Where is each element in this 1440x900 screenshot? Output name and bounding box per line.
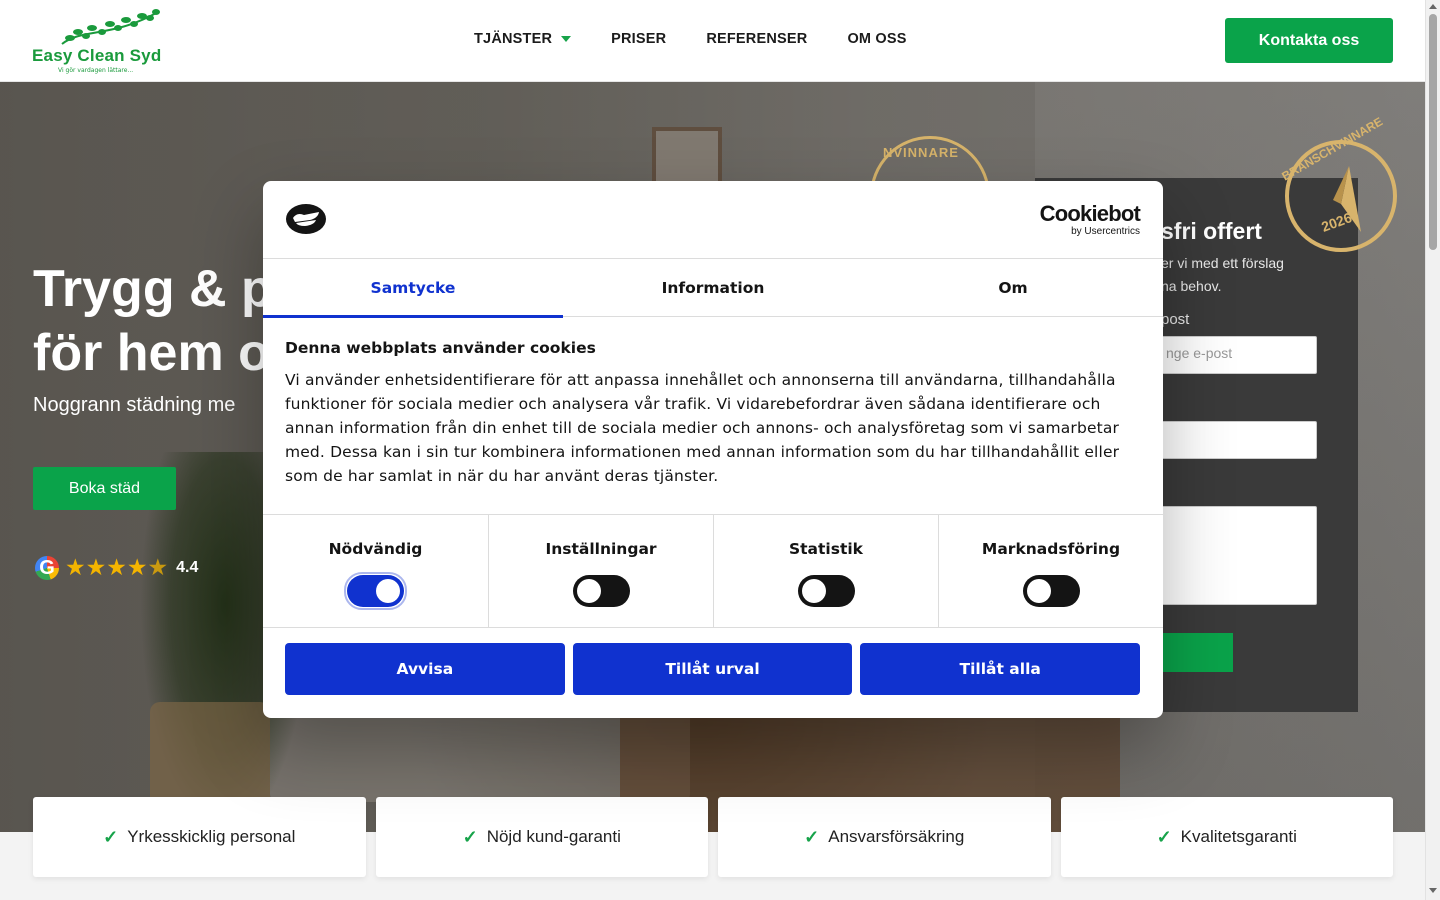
message-textarea[interactable] [1161,506,1317,605]
nav-label: TJÄNSTER [474,31,553,47]
check-icon: ✓ [1156,826,1172,847]
logo-text: Easy Clean Syd [32,46,162,65]
feature-label: Ansvarsförsäkring [828,827,965,846]
rating-value: 4.4 [176,559,199,576]
check-icon: ✓ [462,826,478,847]
cookie-dialog-buttons: Avvisa Tillåt urval Tillåt alla [285,643,1141,695]
rating-stars: ★ ★ ★ ★ ★ [65,554,169,581]
toggle-label: Marknadsföring [981,540,1121,558]
caret-down-icon [561,36,572,42]
page-scrollbar[interactable] [1425,0,1440,900]
marketing-switch[interactable] [1022,575,1080,607]
switch-knob [1026,579,1051,603]
quote-form-text: er vi med ett förslag na behov. [1161,255,1284,294]
star-icon: ★ [85,554,107,581]
star-half-icon: ★ [147,554,169,581]
nav-item-referenser[interactable]: REFERENSER [706,31,807,47]
star-icon: ★ [65,554,86,581]
feature-card: ✓ Nöjd kund-garanti [375,797,708,877]
cookie-dialog-text: Vi använder enhetsidentifierare för att … [285,371,1120,485]
feature-card: ✓ Ansvarsförsäkring [718,797,1051,877]
phone-input[interactable] [1161,421,1317,459]
cookiebot-brand-by: by Usercentrics [1071,226,1140,237]
contact-button[interactable]: Kontakta oss [1225,18,1393,63]
nav-label: PRISER [611,31,667,47]
tab-information[interactable]: Information [563,259,863,317]
nav-item-tjanster[interactable]: TJÄNSTER [474,31,572,47]
cookie-dialog-heading: Denna webbplats använder cookies [285,339,596,357]
allow-selection-button[interactable]: Tillåt urval [572,643,853,695]
switch-knob [576,579,601,603]
scroll-up-arrow-icon[interactable] [1429,4,1437,9]
feature-cards: ✓ Yrkesskicklig personal ✓ Nöjd kund-gar… [33,797,1393,877]
necessary-switch[interactable] [344,572,407,610]
book-cleaning-button[interactable]: Boka städ [33,467,176,510]
cookiebot-brand-name: Cookiebot [1039,201,1141,226]
toggle-label: Inställningar [545,540,657,558]
nav-item-priser[interactable]: PRISER [611,31,666,47]
tab-samtycke[interactable]: Samtycke [263,259,563,318]
deny-button[interactable]: Avvisa [285,643,565,695]
nav-label: OM OSS [847,31,907,47]
preferences-switch[interactable] [572,575,630,607]
cookie-dialog-body: Denna webbplats använder cookies Vi anvä… [285,339,1145,488]
google-rating[interactable]: G ★ ★ ★ ★ ★ 4.4 [35,556,198,580]
hero-title-line2: för hem o [33,324,270,382]
nav-item-om-oss[interactable]: OM OSS [847,31,906,47]
site-logo[interactable]: Easy Clean Syd Vi gör vardagen lättare..… [32,8,162,74]
email-label: post [1161,311,1190,328]
toggle-statistics: Statistik [713,515,938,628]
feature-label: Nöjd kund-garanti [486,827,621,846]
award-badge: BRANSCHVINNARE 2026 [1279,114,1397,252]
award-badge-text: NVINNARE [883,145,959,160]
toggle-label: Nödvändig [328,540,423,558]
switch-knob [376,579,400,603]
star-icon: ★ [126,554,148,581]
scroll-thumb[interactable] [1429,14,1437,250]
cookiebot-brand[interactable]: Cookiebot by Usercentrics [1038,201,1141,238]
main-nav: TJÄNSTER PRISER REFERENSER OM OSS [474,31,947,47]
star-icon: ★ [106,554,127,581]
check-icon: ✓ [103,826,119,847]
toggle-preferences: Inställningar [488,515,713,628]
site-header: Easy Clean Syd Vi gör vardagen lättare..… [0,0,1425,82]
nav-label: REFERENSER [706,31,808,47]
feature-label: Yrkesskicklig personal [127,827,296,846]
scroll-down-arrow-icon[interactable] [1429,888,1437,893]
hero-title-line1: Trygg & p [33,260,273,318]
tab-om[interactable]: Om [863,259,1163,317]
cookie-dialog-tabs: Samtycke Information Om [263,259,1163,318]
toggle-label: Statistik [788,540,863,558]
hero-title: Trygg & p för hem o [33,257,273,385]
feature-card: ✓ Kvalitetsgaranti [1060,797,1393,877]
toggle-necessary: Nödvändig [263,515,488,628]
cookiebot-logo-icon [286,204,326,234]
quote-form-title: sfri offert [1161,218,1262,244]
feature-label: Kvalitetsgaranti [1180,827,1297,846]
google-icon: G [35,556,59,580]
cookie-consent-dialog: Cookiebot by Usercentrics Samtycke Infor… [263,181,1163,718]
check-icon: ✓ [804,826,820,847]
cookie-dialog-header: Cookiebot by Usercentrics [263,181,1163,259]
leaf-vine-icon [61,9,160,45]
hero-subtitle: Noggrann städning me [33,394,236,416]
quote-submit-button[interactable] [1161,633,1233,672]
toggle-marketing: Marknadsföring [938,515,1163,628]
feature-card: ✓ Yrkesskicklig personal [33,797,366,877]
switch-knob [801,579,826,603]
cookie-category-toggles: Nödvändig Inställningar Statistik Markna… [263,514,1163,628]
logo-tagline: Vi gör vardagen lättare... [58,67,134,74]
statistics-switch[interactable] [797,575,855,607]
allow-all-button[interactable]: Tillåt alla [860,643,1141,695]
email-input[interactable]: nge e-post [1161,336,1317,374]
